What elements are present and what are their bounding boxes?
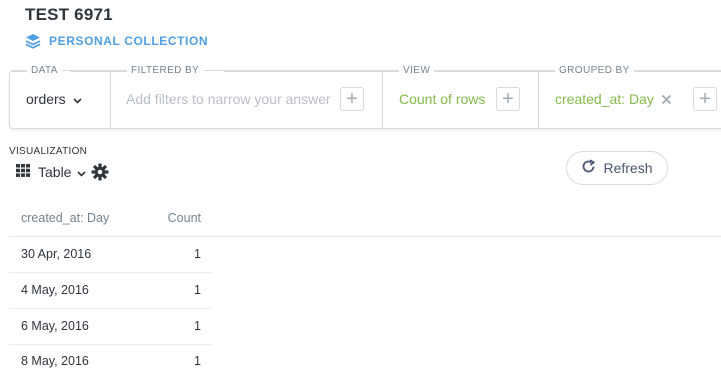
table-cell[interactable]: 1 [194, 247, 201, 261]
plus-icon: + [346, 88, 358, 110]
table-cell[interactable]: 1 [194, 319, 201, 333]
chevron-down-icon [77, 164, 87, 180]
data-section: DATA orders [10, 65, 111, 128]
grouped-by-value[interactable]: created_at: Day [555, 91, 654, 107]
view-value[interactable]: Count of rows [399, 91, 485, 107]
visualization-picker[interactable]: Table [16, 164, 87, 180]
row-divider [9, 272, 211, 273]
refresh-label: Refresh [603, 160, 653, 176]
add-aggregation-button[interactable]: + [496, 87, 520, 111]
refresh-button[interactable]: Refresh [566, 151, 668, 185]
visualization-label: VISUALIZATION [9, 146, 88, 157]
grouped-by-label: GROUPED BY [555, 65, 634, 76]
refresh-icon [581, 159, 596, 177]
view-label: VIEW [399, 65, 435, 76]
table-grid-icon [16, 164, 30, 180]
add-filter-button[interactable]: + [340, 87, 364, 111]
row-divider [9, 344, 211, 345]
close-icon[interactable] [661, 92, 672, 110]
header-divider [9, 236, 721, 237]
collection-icon [25, 33, 41, 49]
collection-link[interactable]: PERSONAL COLLECTION [25, 33, 208, 49]
table-cell[interactable]: 30 Apr, 2016 [21, 247, 91, 261]
table-cell[interactable]: 1 [194, 354, 201, 368]
question-title[interactable]: TEST 6971 [25, 5, 113, 25]
visualization-type: Table [38, 164, 72, 180]
column-header[interactable]: Count [168, 211, 201, 225]
data-source-picker[interactable]: orders [26, 91, 82, 107]
plus-icon: + [699, 88, 711, 110]
filter-label: FILTERED BY [127, 65, 204, 76]
collection-name: PERSONAL COLLECTION [49, 34, 209, 48]
view-section: VIEW Count of rows + [382, 65, 539, 128]
data-label: DATA [27, 65, 62, 76]
group-section: GROUPED BY created_at: Day + [538, 65, 721, 128]
filter-section: FILTERED BY Add filters to narrow your a… [110, 65, 383, 128]
table-cell[interactable]: 8 May, 2016 [21, 354, 89, 368]
column-header[interactable]: created_at: Day [21, 211, 109, 225]
query-builder: DATA orders FILTERED BY Add filters to n… [9, 65, 721, 129]
add-breakout-button[interactable]: + [693, 87, 717, 111]
gear-icon[interactable] [91, 163, 109, 186]
table-cell[interactable]: 4 May, 2016 [21, 283, 89, 297]
chevron-down-icon [73, 91, 82, 107]
row-divider [9, 308, 211, 309]
plus-icon: + [502, 88, 514, 110]
data-source-value: orders [26, 91, 66, 107]
table-cell[interactable]: 1 [194, 283, 201, 297]
table-cell[interactable]: 6 May, 2016 [21, 319, 89, 333]
filter-placeholder[interactable]: Add filters to narrow your answer [126, 91, 331, 107]
